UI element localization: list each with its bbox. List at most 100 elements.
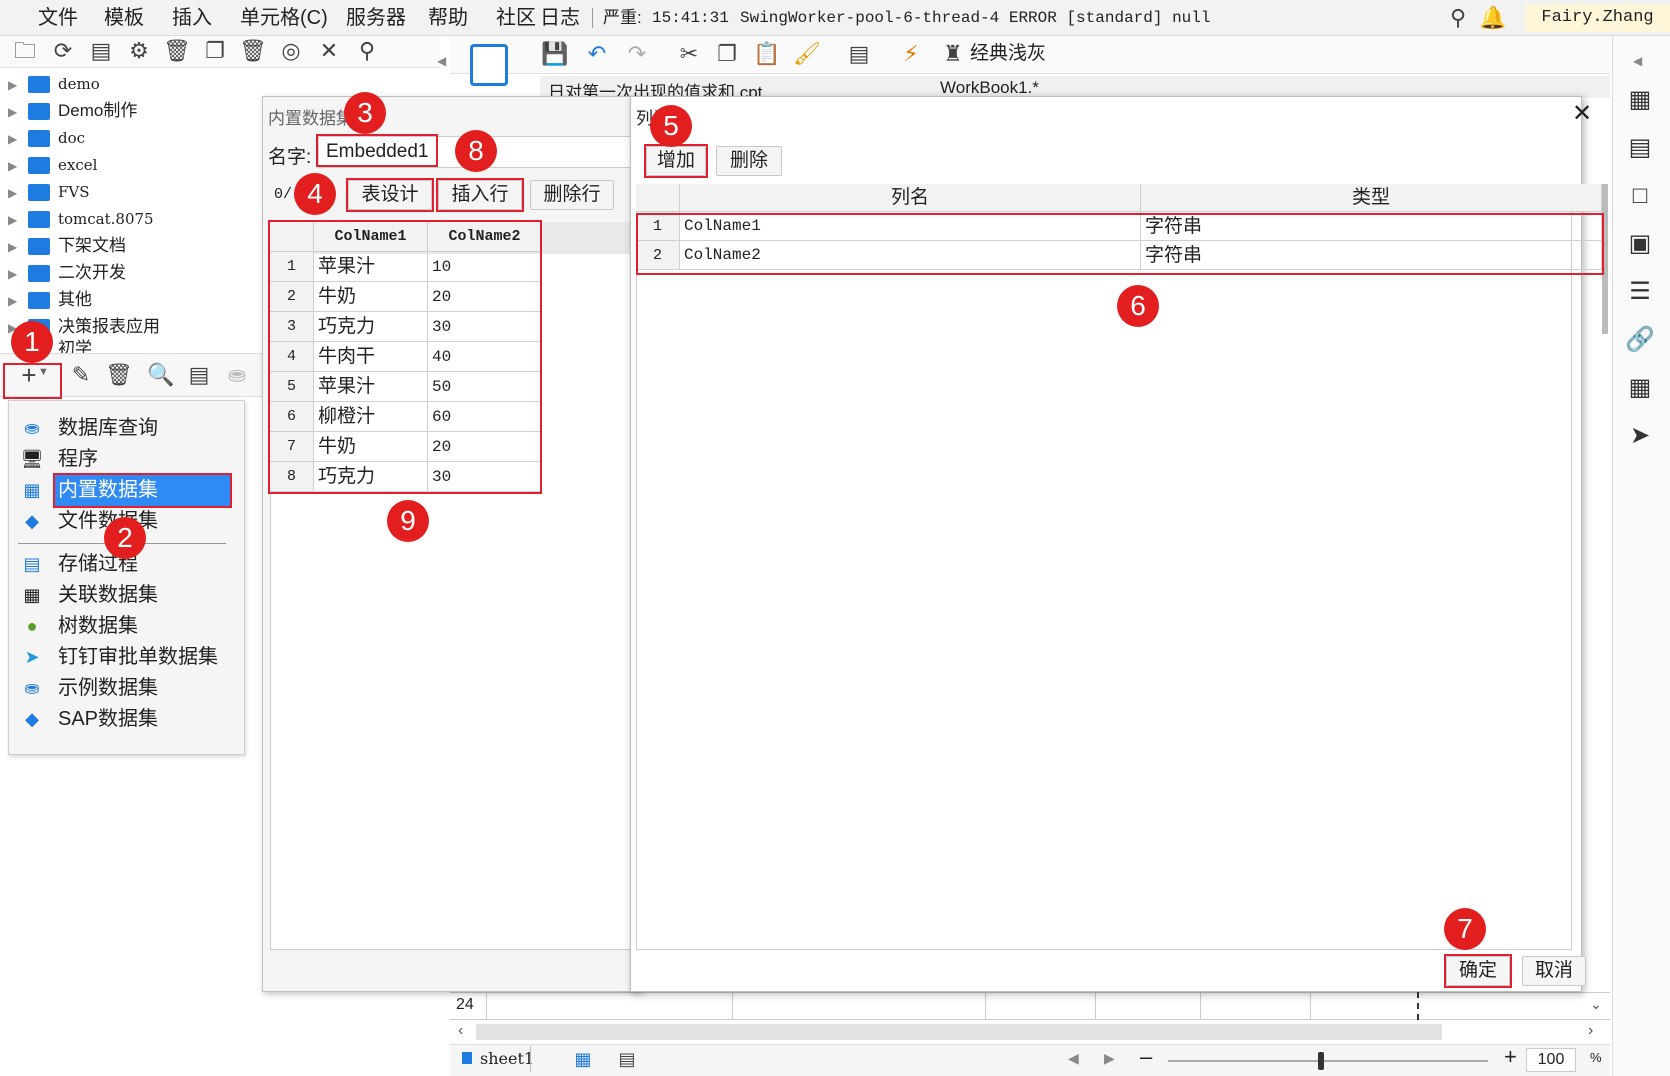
scroll-right-icon[interactable]: › xyxy=(1588,1022,1593,1040)
file-icon: ◆ xyxy=(25,511,39,531)
highlight-embedded xyxy=(53,473,232,508)
menu-item-sample[interactable]: ⛂ 示例数据集 xyxy=(20,673,235,703)
cell-element-icon[interactable]: ▤ xyxy=(1620,128,1660,168)
page-next-icon[interactable]: ▶ xyxy=(1104,1050,1115,1067)
collapse-icon[interactable]: ✕ xyxy=(314,36,344,66)
hierarchy-icon[interactable]: ▦ xyxy=(1620,368,1660,408)
menu-item-program[interactable]: 🖥 程序 xyxy=(20,444,235,474)
dataset-preview-icon[interactable] xyxy=(470,44,508,86)
paste-icon[interactable]: 📋 xyxy=(752,39,782,69)
menu-item-relation[interactable]: ▦ 关联数据集 xyxy=(20,580,235,610)
menu-item-dingtalk[interactable]: ➤ 钉钉审批单数据集 xyxy=(20,642,235,672)
name-label: 名字: xyxy=(268,147,312,168)
menu-item-tree[interactable]: ● 树数据集 xyxy=(20,611,235,641)
zoom-out-icon[interactable]: – xyxy=(1140,1044,1152,1070)
menu-template[interactable]: 模板 xyxy=(104,4,144,32)
hyperlink-icon[interactable]: 🔗 xyxy=(1620,320,1660,360)
cut-icon[interactable]: ✂ xyxy=(674,39,704,69)
delete-row-button[interactable]: 删除行 xyxy=(530,180,614,210)
locate-icon[interactable]: ◎ xyxy=(276,36,306,66)
zoom-slider[interactable] xyxy=(1168,1060,1488,1062)
undo-icon[interactable]: ↶ xyxy=(582,39,612,69)
search-icon[interactable]: ⚲ xyxy=(1443,3,1473,33)
import-icon[interactable]: ➤ xyxy=(1620,416,1660,456)
settings-icon[interactable]: ⚙ xyxy=(124,36,154,66)
zoom-input[interactable]: 100 xyxy=(1526,1048,1576,1072)
menu-cell[interactable]: 单元格(C) xyxy=(240,4,328,32)
border-icon[interactable]: □ xyxy=(1620,176,1660,216)
cell-attribute-icon[interactable]: ▦ xyxy=(1620,80,1660,120)
grid-line xyxy=(732,992,733,1020)
insert-text-icon[interactable]: ▤ xyxy=(844,39,874,69)
dingtalk-icon: ➤ xyxy=(24,647,40,667)
chevron-left-icon[interactable]: ◀ xyxy=(1633,54,1642,68)
column-header[interactable]: 类型 xyxy=(1141,184,1602,212)
menu-item-db-query[interactable]: ⛂ 数据库查询 xyxy=(20,413,235,443)
db-icon[interactable]: ⛂ xyxy=(222,360,252,390)
collapse-left-icon[interactable]: ◀ xyxy=(437,54,446,68)
new-folder-icon[interactable]: 🗀 xyxy=(10,36,40,66)
tree-item[interactable]: ▶ demo xyxy=(8,71,408,97)
status-time: 15:41:31 xyxy=(652,9,729,27)
scroll-left-icon[interactable]: ‹ xyxy=(458,1022,463,1040)
shirt-icon[interactable]: ♜ xyxy=(938,39,968,69)
user-name[interactable]: Fairy.Zhang xyxy=(1525,4,1670,32)
menu-item-sap[interactable]: ◆ SAP数据集 xyxy=(20,704,235,734)
copy-cell-icon[interactable]: ❐ xyxy=(712,39,742,69)
menu-server[interactable]: 服务器 xyxy=(346,4,406,32)
zoom-in-icon[interactable]: + xyxy=(1504,1044,1517,1070)
lightning-icon[interactable]: ⚡ xyxy=(896,39,926,69)
search-tree-icon[interactable]: ⚲ xyxy=(352,36,382,66)
scroll-down-icon[interactable]: ⌄ xyxy=(1590,996,1602,1013)
condition-icon[interactable]: ☰ xyxy=(1620,272,1660,312)
tab-workbook[interactable]: WorkBook1.* xyxy=(940,78,1039,98)
grid-line xyxy=(486,992,487,1020)
counter: 0/ xyxy=(274,186,293,203)
highlight-add xyxy=(3,363,62,399)
params-icon[interactable]: ▤ xyxy=(184,360,214,390)
menu-community[interactable]: 社区 xyxy=(496,4,536,32)
menu-file[interactable]: 文件 xyxy=(38,4,78,32)
close-icon[interactable]: ✕ xyxy=(1572,100,1592,128)
sheet-icon xyxy=(462,1052,472,1064)
delete-column-button[interactable]: 删除 xyxy=(716,146,782,176)
tab-report[interactable]: 日对第一次出现的值求和.cpt xyxy=(548,78,762,98)
add-sheet-icon[interactable]: ▦ xyxy=(568,1044,598,1074)
add-poly-sheet-icon[interactable]: ▤ xyxy=(612,1044,642,1074)
step-badge: 6 xyxy=(1117,285,1159,327)
page-break-line xyxy=(1417,992,1419,1020)
copy-icon[interactable]: ❐ xyxy=(200,36,230,66)
edit-icon[interactable]: ✎ xyxy=(66,360,96,390)
menu-help[interactable]: 帮助 xyxy=(428,4,468,32)
page-prev-icon[interactable]: ◀ xyxy=(1068,1050,1079,1067)
column-grid xyxy=(636,184,1572,950)
refresh-icon[interactable]: ⟳ xyxy=(48,36,78,66)
cancel-button[interactable]: 取消 xyxy=(1522,956,1586,986)
delete-icon[interactable]: 🗑 xyxy=(162,36,192,66)
column-header[interactable]: 列名 xyxy=(680,184,1141,212)
step-badge: 4 xyxy=(294,173,336,215)
procedure-icon: ▤ xyxy=(23,554,41,574)
save-icon[interactable]: 💾 xyxy=(540,39,570,69)
widget-icon[interactable]: ▣ xyxy=(1620,224,1660,264)
step-badge: 2 xyxy=(104,517,146,559)
status-message: SwingWorker-pool-6-thread-4 ERROR [stand… xyxy=(740,9,1211,27)
zoom-thumb[interactable] xyxy=(1318,1052,1324,1070)
redo-icon[interactable]: ↷ xyxy=(622,39,652,69)
step-badge: 7 xyxy=(1444,908,1486,950)
clear-icon[interactable]: 🗑 xyxy=(238,36,268,66)
grid-line xyxy=(1095,992,1096,1020)
open-icon[interactable]: ▤ xyxy=(86,36,116,66)
delete-dataset-icon[interactable]: 🗑 xyxy=(104,360,134,390)
menu-log[interactable]: 日志 xyxy=(540,4,580,32)
grid-line xyxy=(1310,992,1311,1020)
format-painter-icon[interactable]: 🖌 xyxy=(792,39,822,69)
highlight-ok xyxy=(1444,954,1512,988)
sheet-tab[interactable]: sheet1 xyxy=(480,1048,534,1070)
menu-insert[interactable]: 插入 xyxy=(172,4,212,32)
theme-label[interactable]: 经典浅灰 xyxy=(970,42,1046,66)
bell-icon[interactable]: 🔔 xyxy=(1478,3,1508,33)
preview-icon[interactable]: 🔍 xyxy=(146,360,176,390)
highlight-data xyxy=(268,220,542,494)
horizontal-scrollbar[interactable] xyxy=(476,1024,1442,1040)
